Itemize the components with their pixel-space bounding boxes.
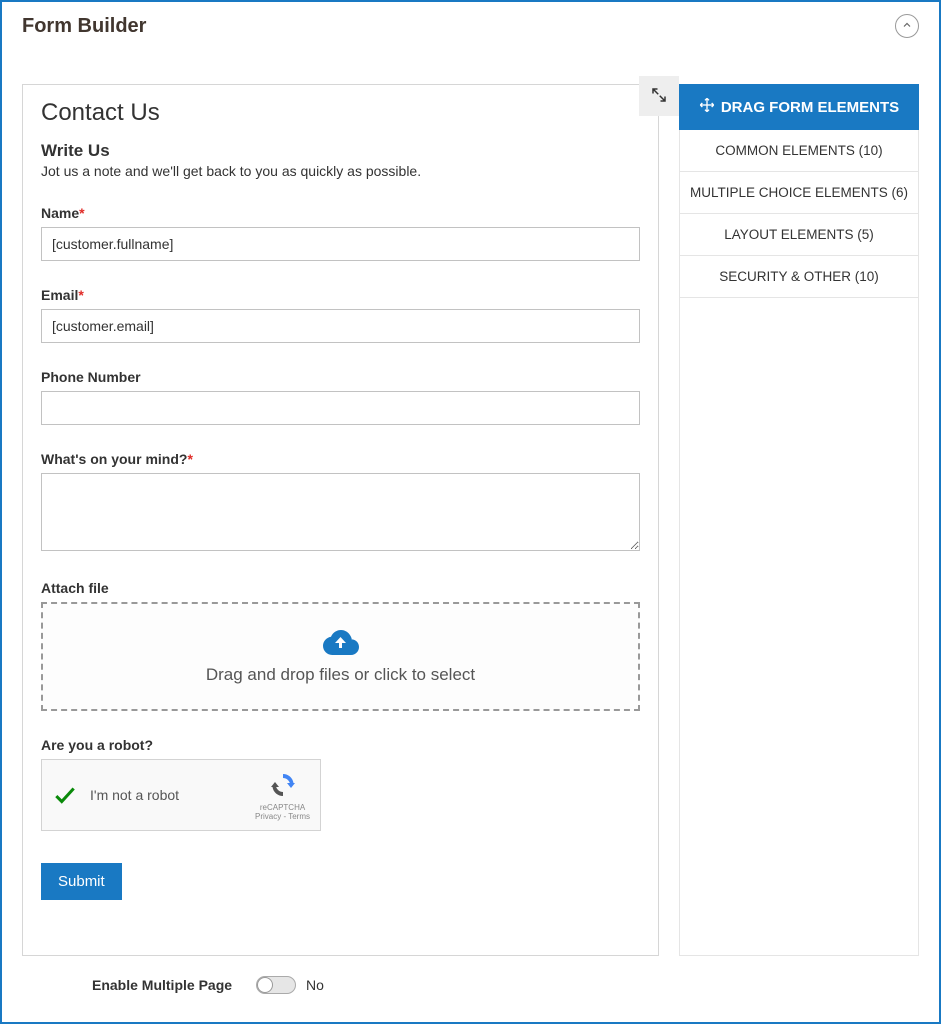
toggle-knob: [257, 977, 273, 993]
recaptcha-label: I'm not a robot: [90, 787, 179, 803]
phone-input[interactable]: [41, 391, 640, 425]
phone-label: Phone Number: [41, 369, 640, 385]
form-title: Contact Us: [41, 99, 640, 127]
sidebar-category-security[interactable]: SECURITY & OTHER (10): [679, 256, 919, 298]
expand-icon: [650, 86, 668, 107]
sidebar-category-multiple-choice[interactable]: MULTIPLE CHOICE ELEMENTS (6): [679, 172, 919, 214]
robot-label: Are you a robot?: [41, 737, 640, 753]
section-heading: Write Us: [41, 141, 640, 161]
checkmark-icon: [52, 782, 78, 808]
sidebar-category-layout[interactable]: LAYOUT ELEMENTS (5): [679, 214, 919, 256]
page-title: Form Builder: [22, 15, 146, 38]
submit-button[interactable]: Submit: [41, 863, 122, 900]
sidebar-filler: [679, 298, 919, 956]
section-subtext: Jot us a note and we'll get back to you …: [41, 163, 640, 179]
sidebar-category-common[interactable]: COMMON ELEMENTS (10): [679, 130, 919, 172]
collapse-panel-button[interactable]: [895, 14, 919, 38]
multipage-value: No: [306, 977, 324, 993]
drag-icon: [699, 97, 715, 117]
email-input[interactable]: [41, 309, 640, 343]
mind-textarea[interactable]: [41, 473, 640, 551]
sidebar-header: DRAG FORM ELEMENTS: [679, 84, 919, 130]
cloud-upload-icon: [67, 628, 614, 659]
multipage-toggle[interactable]: [256, 976, 296, 994]
expand-canvas-button[interactable]: [639, 76, 679, 116]
attach-label: Attach file: [41, 580, 640, 596]
chevron-up-icon: [901, 18, 913, 34]
recaptcha-widget[interactable]: I'm not a robot reCAPTCHA Privacy - Term…: [41, 759, 321, 831]
name-input[interactable]: [41, 227, 640, 261]
recaptcha-brand: reCAPTCHA Privacy - Terms: [255, 769, 310, 821]
name-label: Name*: [41, 205, 640, 221]
element-sidebar: DRAG FORM ELEMENTS COMMON ELEMENTS (10) …: [679, 84, 919, 956]
mind-label: What's on your mind?*: [41, 451, 640, 467]
multipage-label: Enable Multiple Page: [92, 977, 232, 993]
form-canvas[interactable]: Contact Us Write Us Jot us a note and we…: [22, 84, 659, 956]
dropzone-text: Drag and drop files or click to select: [67, 665, 614, 685]
file-dropzone[interactable]: Drag and drop files or click to select: [41, 602, 640, 711]
email-label: Email*: [41, 287, 640, 303]
